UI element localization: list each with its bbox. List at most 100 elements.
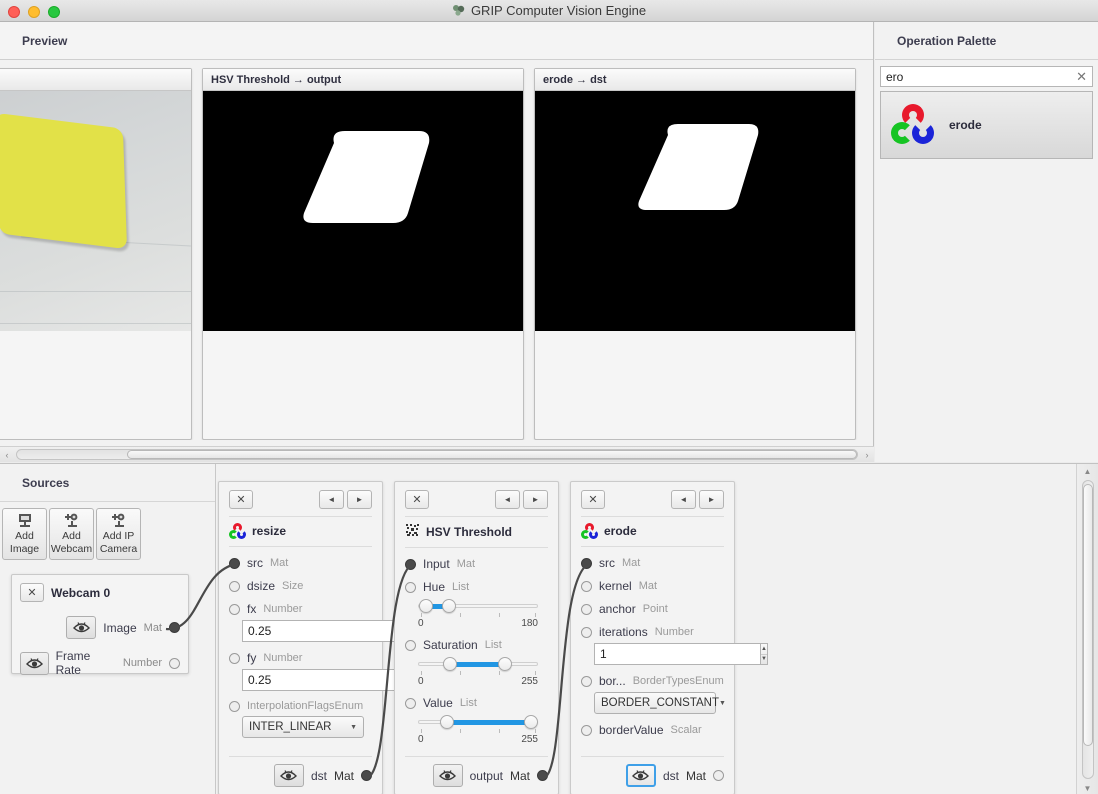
param-src-socket[interactable] xyxy=(581,558,592,569)
palette-search-row[interactable]: ✕ xyxy=(880,66,1093,87)
zoom-window-button[interactable] xyxy=(48,6,60,18)
delete-step-button[interactable]: ✕ xyxy=(405,490,429,509)
hue-high-handle[interactable] xyxy=(442,599,456,613)
sources-header-label: Sources xyxy=(22,476,69,490)
param-saturation: Saturation List xyxy=(405,638,548,652)
publish-framerate-button[interactable] xyxy=(20,652,49,675)
eye-icon xyxy=(73,621,90,634)
move-step-left-button[interactable]: ◄ xyxy=(671,490,696,509)
param-value-range[interactable]: 0 255 xyxy=(418,715,538,745)
value-slider[interactable] xyxy=(418,715,538,729)
param-fy-socket[interactable] xyxy=(229,653,240,664)
param-fy-spinner[interactable]: ▲ ▼ xyxy=(242,669,362,691)
pipeline-step-resize[interactable]: ✕ ◄ ► resize src Mat xyxy=(218,481,383,794)
param-interpolation-combo[interactable]: INTER_LINEAR ▼ xyxy=(242,716,364,738)
preview-horizontal-scrollbar[interactable]: ‹ › xyxy=(0,446,874,462)
param-dsize-socket[interactable] xyxy=(229,581,240,592)
window-title-text: GRIP Computer Vision Engine xyxy=(471,3,646,18)
preview-scroll-track[interactable] xyxy=(16,449,858,460)
param-src-socket[interactable] xyxy=(229,558,240,569)
add-image-button[interactable]: Add Image xyxy=(2,508,47,560)
clear-search-icon[interactable]: ✕ xyxy=(1076,70,1087,83)
add-webcam-button[interactable]: Add Webcam xyxy=(49,508,94,560)
param-saturation-socket[interactable] xyxy=(405,640,416,651)
value-high-handle[interactable] xyxy=(524,715,538,729)
palette-result-erode[interactable]: erode xyxy=(880,91,1093,159)
param-fx-spinner[interactable]: ▲ ▼ xyxy=(242,620,362,642)
step-output-row: dst Mat xyxy=(581,756,724,787)
pipeline-step-erode[interactable]: ✕ ◄ ► erode src Mat xyxy=(570,481,735,794)
minimize-window-button[interactable] xyxy=(28,6,40,18)
pipeline-step-hsv-threshold[interactable]: ✕ ◄ ► xyxy=(394,481,559,794)
delete-step-button[interactable]: ✕ xyxy=(581,490,605,509)
param-bordertype-combo[interactable]: BORDER_CONSTANT ▼ xyxy=(594,692,716,714)
param-anchor: anchor Point xyxy=(581,602,724,616)
source-node-webcam[interactable]: ✕ Webcam 0 Imag xyxy=(11,574,189,674)
saturation-high-handle[interactable] xyxy=(498,657,512,671)
move-step-left-button[interactable]: ◄ xyxy=(319,490,344,509)
palette-result-label: erode xyxy=(949,118,982,132)
param-bordervalue-socket[interactable] xyxy=(581,725,592,736)
source-output-framerate-socket[interactable] xyxy=(169,658,180,669)
pipeline-scroll-track[interactable] xyxy=(1082,480,1094,779)
add-ip-camera-button[interactable]: Add IP Camera xyxy=(96,508,141,560)
scroll-right-arrow-icon[interactable]: › xyxy=(860,450,874,460)
saturation-low-handle[interactable] xyxy=(443,657,457,671)
preview-card-webcam[interactable]: Webcam 0 → Image xyxy=(0,68,192,440)
preview-card-title: HSV Threshold → output xyxy=(203,69,523,91)
hsv-threshold-icon xyxy=(405,523,420,540)
palette-search-input[interactable] xyxy=(886,70,1076,84)
param-saturation-range[interactable]: 0 255 xyxy=(418,657,538,687)
stepper-up-icon[interactable]: ▲ xyxy=(761,644,767,655)
publish-output-button[interactable] xyxy=(274,764,304,787)
close-window-button[interactable] xyxy=(8,6,20,18)
delete-source-button[interactable]: ✕ xyxy=(20,583,44,602)
hue-slider[interactable] xyxy=(418,599,538,613)
hue-low-handle[interactable] xyxy=(419,599,433,613)
scroll-up-arrow-icon[interactable]: ▲ xyxy=(1084,464,1092,478)
param-fy-input[interactable] xyxy=(242,669,408,691)
param-iterations-input[interactable] xyxy=(594,643,760,665)
param-bordertype-socket[interactable] xyxy=(581,676,592,687)
pipeline-scroll-thumb[interactable] xyxy=(1083,484,1093,746)
param-interpolation-socket[interactable] xyxy=(229,701,240,712)
pipeline-vertical-scrollbar[interactable]: ▲ ▼ xyxy=(1076,464,1098,794)
step-output-socket[interactable] xyxy=(537,770,548,781)
param-iterations-stepper[interactable]: ▲ ▼ xyxy=(760,643,768,665)
scroll-left-arrow-icon[interactable]: ‹ xyxy=(0,450,14,460)
slider-fill xyxy=(450,662,505,667)
param-iterations-spinner[interactable]: ▲ ▼ xyxy=(594,643,714,665)
step-output-socket[interactable] xyxy=(361,770,372,781)
param-hue-socket[interactable] xyxy=(405,582,416,593)
param-iterations-socket[interactable] xyxy=(581,627,592,638)
slider-labels: 0 255 xyxy=(418,676,538,687)
param-value-socket[interactable] xyxy=(405,698,416,709)
param-anchor-socket[interactable] xyxy=(581,604,592,615)
move-step-right-button[interactable]: ► xyxy=(523,490,548,509)
stepper-down-icon[interactable]: ▼ xyxy=(761,655,767,665)
scroll-down-arrow-icon[interactable]: ▼ xyxy=(1084,781,1092,794)
param-input-socket[interactable] xyxy=(405,559,416,570)
preview-card-erode[interactable]: erode → dst xyxy=(534,68,856,440)
value-low-handle[interactable] xyxy=(440,715,454,729)
move-step-right-button[interactable]: ► xyxy=(699,490,724,509)
move-step-right-button[interactable]: ► xyxy=(347,490,372,509)
publish-output-button[interactable] xyxy=(626,764,656,787)
source-output-image-socket[interactable] xyxy=(169,622,180,633)
param-kernel-socket[interactable] xyxy=(581,581,592,592)
move-step-left-button[interactable]: ◄ xyxy=(495,490,520,509)
publish-image-button[interactable] xyxy=(66,616,96,639)
step-title: HSV Threshold xyxy=(426,525,512,539)
param-hue-range[interactable]: 0 180 xyxy=(418,599,538,629)
param-fx-socket[interactable] xyxy=(229,604,240,615)
source-output-framerate-row: Frame Rate Number xyxy=(20,649,180,677)
step-output-socket[interactable] xyxy=(713,770,724,781)
step-title-row: HSV Threshold xyxy=(405,523,548,540)
preview-card-hsv-threshold[interactable]: HSV Threshold → output xyxy=(202,68,524,440)
saturation-slider[interactable] xyxy=(418,657,538,671)
slider-ticks xyxy=(418,613,538,618)
param-fx-input[interactable] xyxy=(242,620,408,642)
publish-output-button[interactable] xyxy=(433,764,463,787)
delete-step-button[interactable]: ✕ xyxy=(229,490,253,509)
preview-scroll-thumb[interactable] xyxy=(127,450,857,459)
